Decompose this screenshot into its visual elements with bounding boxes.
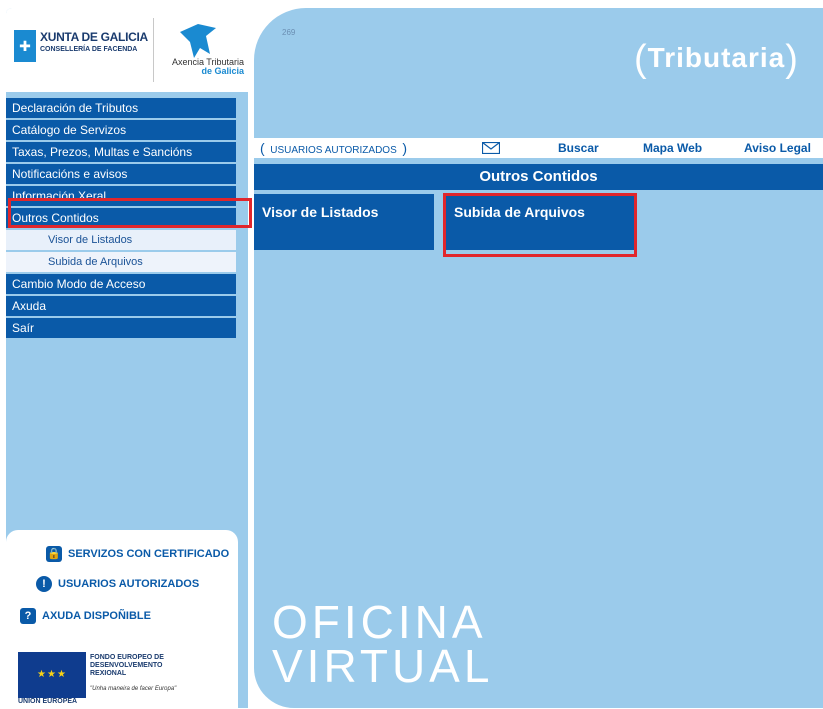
sidebar-menu: Declaración de Tributos Catálogo de Serv… [6,98,236,340]
main-area: 269 (Tributaria) ( USUARIOS AUTORIZADOS … [254,8,823,708]
certificado-link[interactable]: 🔒 SERVIZOS CON CERTIFICADO [46,544,229,564]
certificado-label: SERVIZOS CON CERTIFICADO [68,548,230,560]
usuarios-label: USUARIOS AUTORIZADOS [58,578,200,590]
menu-item-notificacions[interactable]: Notificacións e avisos [6,164,236,184]
lock-icon: 🔒 [46,546,62,562]
tributaria-brand: (Tributaria) [634,38,799,80]
logo-divider [153,18,154,82]
section-title: Outros Contidos [254,164,823,190]
xunta-title: XUNTA DE GALICIA [40,30,148,44]
menu-item-cambio-modo[interactable]: Cambio Modo de Acceso [6,274,236,294]
menu-sub-subida[interactable]: Subida de Arquivos [6,252,236,272]
xunta-seal-icon: ✚ [14,30,36,62]
eu-text-1: FONDO EUROPEO DE [90,654,164,661]
nav-buscar[interactable]: Buscar [558,138,599,158]
sidebar: ✚ XUNTA DE GALICIA CONSELLERÍA DE FACEND… [6,8,248,708]
help-icon: ? [20,608,36,624]
oficina-line-1: OFICINA [272,596,487,648]
oficina-virtual-title: OFICINA VIRTUAL [272,596,494,692]
mail-icon[interactable] [482,142,500,154]
atriga-logo-icon [180,24,216,58]
eu-text-3: REXIONAL [90,670,127,677]
usuarios-link[interactable]: ! USUARIOS AUTORIZADOS [36,574,199,594]
menu-item-outros-contidos[interactable]: Outros Contidos [6,208,236,228]
atriga-galicia: de Galicia [201,66,244,76]
page-number: 269 [282,28,296,37]
logo-area: ✚ XUNTA DE GALICIA CONSELLERÍA DE FACEND… [6,8,248,92]
tile-subida-arquivos[interactable]: Subida de Arquivos [446,194,634,250]
nav-aviso-legal[interactable]: Aviso Legal [744,138,811,158]
sidebar-bottom: 🔒 SERVIZOS CON CERTIFICADO ! USUARIOS AU… [6,530,238,708]
xunta-subtitle: CONSELLERÍA DE FACENDA [40,46,138,53]
nav-mapa-web[interactable]: Mapa Web [643,138,702,158]
axuda-label: AXUDA DISPOÑIBLE [42,610,151,622]
alert-icon: ! [36,576,52,592]
menu-item-taxas[interactable]: Taxas, Prezos, Multas e Sancións [6,142,236,162]
eu-banner: ★★★ FONDO EUROPEO DE DESENVOLVEMENTO REX… [18,648,218,708]
tributaria-label: Tributaria [647,42,786,73]
axuda-link[interactable]: ? AXUDA DISPOÑIBLE [20,606,151,626]
eu-flag-icon: ★★★ [18,652,86,698]
menu-item-declaracion[interactable]: Declaración de Tributos [6,98,236,118]
tile-visor-listados[interactable]: Visor de Listados [254,194,434,250]
menu-item-informacion[interactable]: Información Xeral [6,186,236,206]
menu-sub-visor[interactable]: Visor de Listados [6,230,236,250]
eu-label: UNIÓN EUROPEA [18,698,78,705]
menu-item-sair[interactable]: Saír [6,318,236,338]
eu-fund-text: FONDO EUROPEO DE DESENVOLVEMENTO REXIONA… [90,654,164,678]
nav-usuarios-label: USUARIOS AUTORIZADOS [270,145,397,156]
nav-usuarios-autorizados[interactable]: ( USUARIOS AUTORIZADOS ) [260,138,407,158]
eu-motto: "Unha maneira de facer Europa" [90,686,177,692]
oficina-line-2: VIRTUAL [272,640,494,692]
menu-item-catalogo[interactable]: Catálogo de Servizos [6,120,236,140]
menu-item-axuda[interactable]: Axuda [6,296,236,316]
top-navigation: ( USUARIOS AUTORIZADOS ) Buscar Mapa Web… [254,138,823,158]
eu-text-2: DESENVOLVEMENTO [90,662,163,669]
